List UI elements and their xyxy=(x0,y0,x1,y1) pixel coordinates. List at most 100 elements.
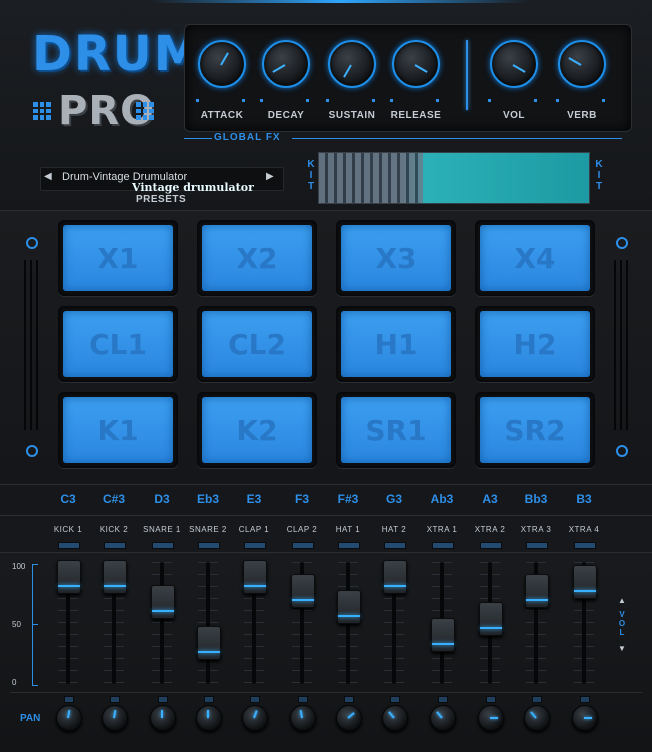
note-label: D3 xyxy=(154,492,170,506)
fader-clap-2[interactable] xyxy=(291,574,315,608)
release-dot-1 xyxy=(436,99,439,102)
note-label: E3 xyxy=(246,492,262,506)
pad-x2[interactable]: X2 xyxy=(197,220,317,296)
channel-led-xtra-3 xyxy=(526,542,548,549)
attack-knob-dots xyxy=(196,99,246,103)
kit-label-right-text: KIT xyxy=(595,159,603,192)
fader-hat-1[interactable] xyxy=(337,590,361,624)
vol-knob-dots xyxy=(488,99,538,103)
pad-x4[interactable]: X4 xyxy=(475,220,595,296)
pad-x3[interactable]: X3 xyxy=(336,220,456,296)
pan-knob-kick-2[interactable] xyxy=(102,705,128,731)
fader-xtra-3[interactable] xyxy=(525,574,549,608)
pad-h2-label: H2 xyxy=(480,311,590,377)
fader-xtra-3-indicator xyxy=(526,599,548,601)
pan-knob-xtra-3[interactable] xyxy=(524,705,550,731)
channel-label-xtra-1: XTRA 1 xyxy=(426,525,458,534)
pan-label: PAN xyxy=(20,713,41,724)
note-label: Bb3 xyxy=(524,492,548,506)
pan-knob-hat-1[interactable] xyxy=(336,705,362,731)
pan-knob-clap-1[interactable] xyxy=(242,705,268,731)
pad-sr2[interactable]: SR2 xyxy=(475,392,595,468)
fader-snare-1[interactable] xyxy=(151,585,175,619)
vol-side-text: VOL xyxy=(618,610,626,637)
vol-knob[interactable] xyxy=(490,40,538,88)
pad-cl1-label: CL1 xyxy=(63,311,173,377)
scale-max: 100 xyxy=(12,562,26,571)
pad-cl1[interactable]: CL1 xyxy=(58,306,178,382)
fader-hat-2[interactable] xyxy=(383,560,407,594)
fader-clap-1-indicator xyxy=(244,585,266,587)
decay-knob[interactable] xyxy=(262,40,310,88)
verb-dot-0 xyxy=(556,99,559,102)
left-side-grille xyxy=(24,260,38,430)
release-knob-dots xyxy=(390,99,440,103)
global-fx-title: GLOBAL FX xyxy=(214,132,281,143)
note-label: A3 xyxy=(482,492,498,506)
pan-knob-hat-2[interactable] xyxy=(382,705,408,731)
sustain-knob[interactable] xyxy=(328,40,376,88)
preset-prev-icon[interactable]: ◀ xyxy=(44,171,52,182)
fader-xtra-2[interactable] xyxy=(479,602,503,636)
pan-led-xtra-1 xyxy=(438,696,448,703)
pan-knob-xtra-4[interactable] xyxy=(572,705,598,731)
pad-k1[interactable]: K1 xyxy=(58,392,178,468)
pan-knob-kick-1[interactable] xyxy=(56,705,82,731)
vol-dot-1 xyxy=(534,99,537,102)
global-fx-rule-left xyxy=(184,138,212,139)
fader-snare-2[interactable] xyxy=(197,626,221,660)
attack-knob[interactable] xyxy=(198,40,246,88)
channel-led-hat-2 xyxy=(384,542,406,549)
release-knob-indicator xyxy=(414,64,428,73)
pad-h2[interactable]: H2 xyxy=(475,306,595,382)
pan-led-xtra-4 xyxy=(580,696,590,703)
pan-knob-xtra-2[interactable] xyxy=(478,705,504,731)
fader-xtra-1[interactable] xyxy=(431,618,455,652)
fader-kick-1[interactable] xyxy=(57,560,81,594)
pad-sr2-label: SR2 xyxy=(480,397,590,463)
pad-k1-label: K1 xyxy=(63,397,173,463)
pan-knob-xtra-1[interactable] xyxy=(430,705,456,731)
pad-k2[interactable]: K2 xyxy=(197,392,317,468)
note-label: Ab3 xyxy=(430,492,454,506)
pan-knob-snare-2-indicator xyxy=(207,710,209,718)
scale-tick-mid xyxy=(32,624,38,625)
channel-label-hat-2: HAT 2 xyxy=(381,525,407,534)
pan-led-hat-2 xyxy=(390,696,400,703)
fader-hat-1-indicator xyxy=(338,615,360,617)
channel-label-snare-1: SNARE 1 xyxy=(143,525,181,534)
fader-kick-1-indicator xyxy=(58,585,80,587)
pad-cl2-label: CL2 xyxy=(202,311,312,377)
kit-image[interactable] xyxy=(318,152,590,204)
channel-led-hat-1 xyxy=(338,542,360,549)
pad-x1[interactable]: X1 xyxy=(58,220,178,296)
scale-line xyxy=(32,564,33,686)
pad-sr1[interactable]: SR1 xyxy=(336,392,456,468)
fader-xtra-4[interactable] xyxy=(573,565,597,599)
vol-label: VOL xyxy=(502,110,526,121)
verb-knob[interactable] xyxy=(558,40,606,88)
channel-led-snare-2 xyxy=(198,542,220,549)
pan-knob-snare-1[interactable] xyxy=(150,705,176,731)
pad-x3-label: X3 xyxy=(341,225,451,291)
vol-down-icon[interactable]: ▼ xyxy=(618,644,626,653)
pan-led-hat-1 xyxy=(344,696,354,703)
fader-clap-1[interactable] xyxy=(243,560,267,594)
pan-knob-hat-2-indicator xyxy=(388,711,395,719)
channel-label-kick-1: KICK 1 xyxy=(53,525,83,534)
pad-cl2[interactable]: CL2 xyxy=(197,306,317,382)
release-knob[interactable] xyxy=(392,40,440,88)
pan-knob-snare-2[interactable] xyxy=(196,705,222,731)
right-bottom-ring-icon xyxy=(616,445,628,457)
decay-label: DECAY xyxy=(267,110,305,121)
note-label: C#3 xyxy=(102,492,125,506)
sustain-knob-dots xyxy=(326,99,376,103)
pad-h1[interactable]: H1 xyxy=(336,306,456,382)
drum-pro-plugin-window: DRUM PRO GLOBAL FX ◀ Drum-Vintage Drumul… xyxy=(0,0,652,752)
pan-knob-clap-2[interactable] xyxy=(290,705,316,731)
vol-up-icon[interactable]: ▲ xyxy=(618,596,626,605)
pan-knob-xtra-2-indicator xyxy=(490,717,498,719)
fader-track-snare-2 xyxy=(206,562,210,684)
preset-next-icon[interactable]: ▶ xyxy=(266,171,274,182)
fader-kick-2[interactable] xyxy=(103,560,127,594)
